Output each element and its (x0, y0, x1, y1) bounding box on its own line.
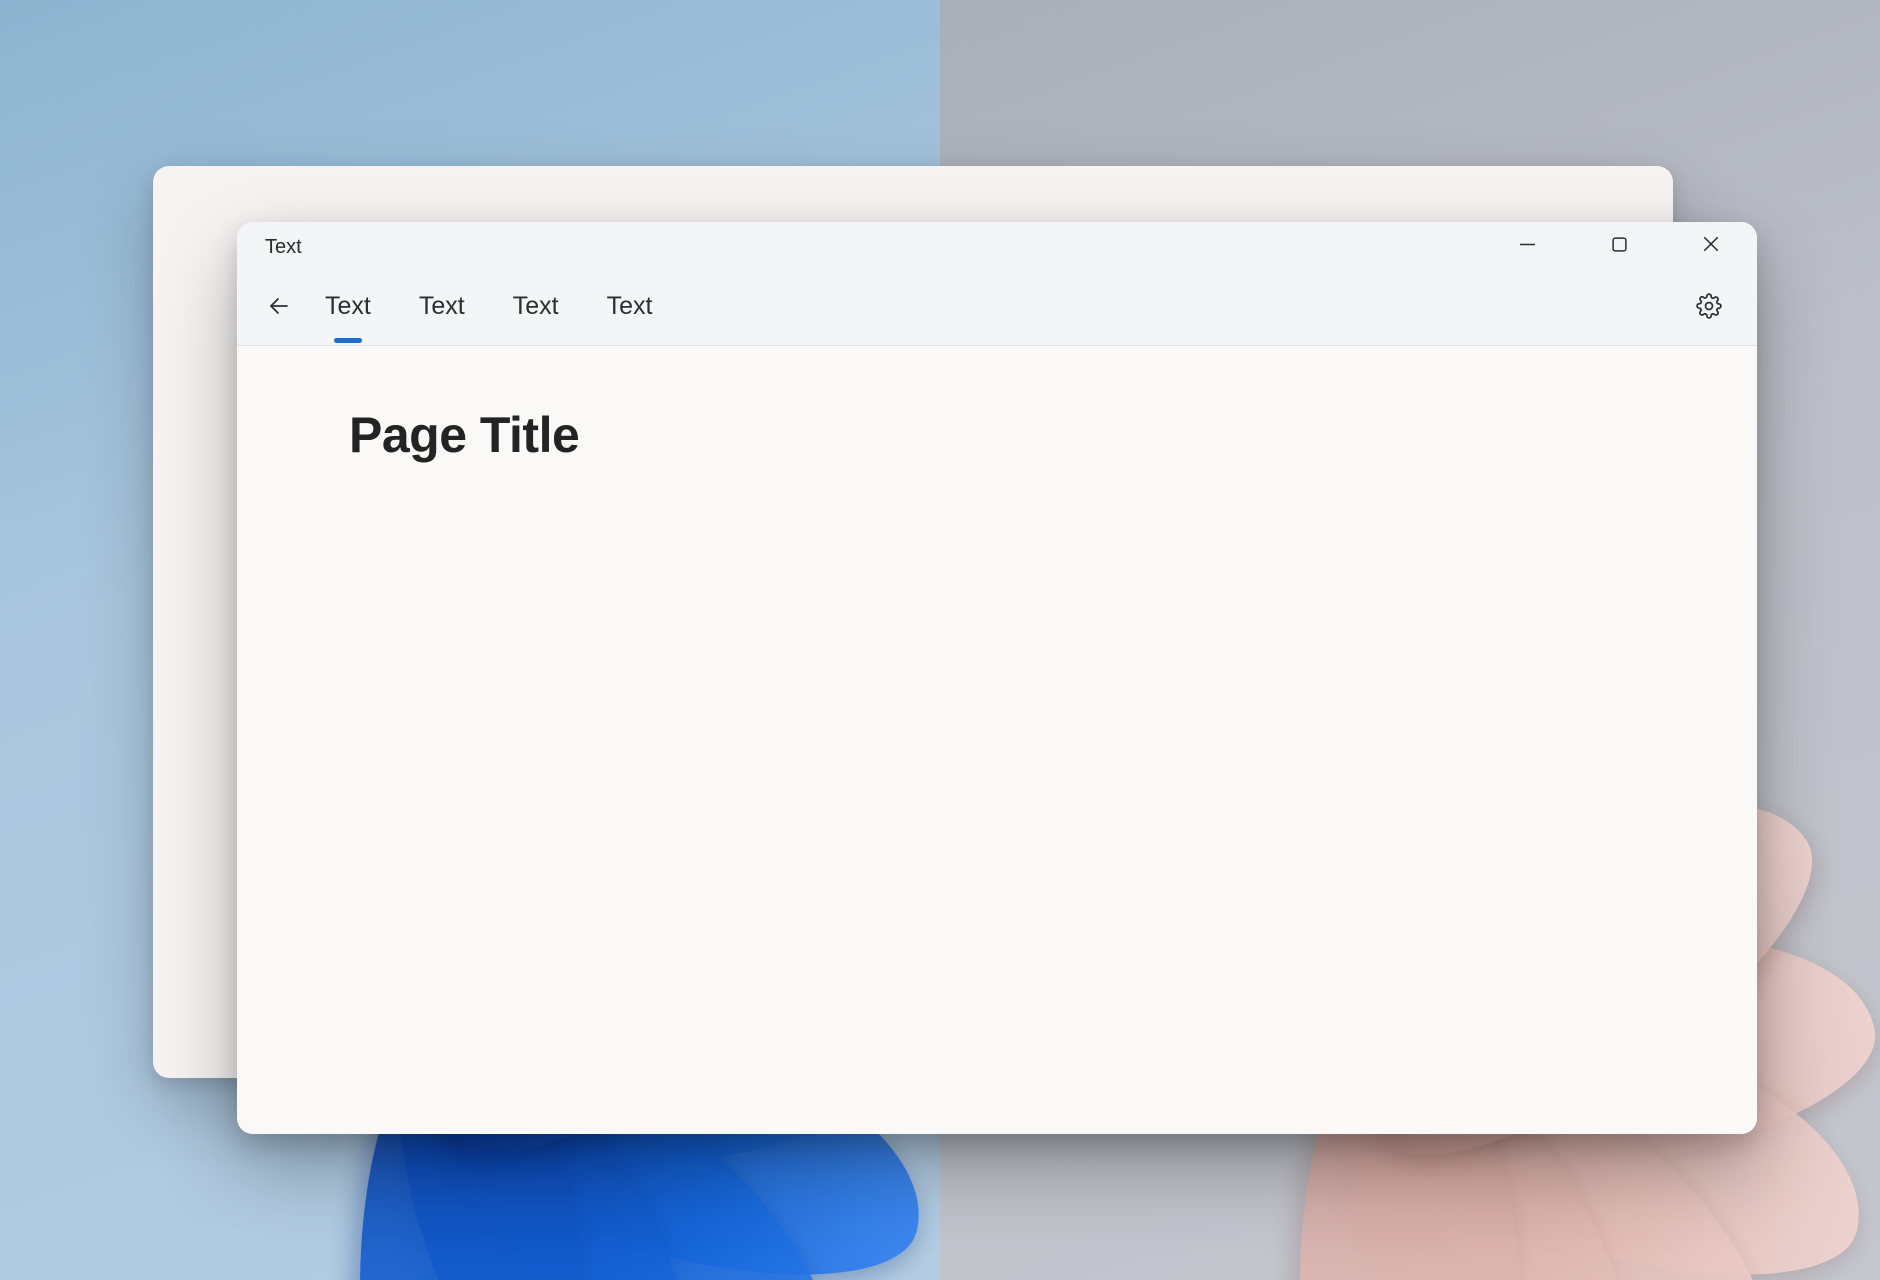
arrow-left-icon (267, 294, 291, 323)
minimize-icon (1519, 236, 1536, 259)
tab-4[interactable]: Text (601, 272, 659, 345)
page-content: Page Title (237, 346, 1757, 1134)
tab-1[interactable]: Text (319, 272, 377, 345)
tab-label: Text (325, 292, 371, 321)
tab-3[interactable]: Text (507, 272, 565, 345)
tab-2[interactable]: Text (413, 272, 471, 345)
tab-label: Text (607, 292, 653, 321)
tab-label: Text (419, 292, 465, 321)
close-icon (1702, 235, 1720, 259)
toolbar: Text Text Text Text (237, 272, 1757, 346)
gear-icon (1696, 293, 1722, 324)
page-title: Page Title (349, 406, 1757, 464)
back-button[interactable] (255, 285, 303, 333)
window-title: Text (265, 236, 302, 259)
tab-bar: Text Text Text Text (319, 272, 658, 345)
app-window: Text Text Tex (237, 222, 1757, 1134)
minimize-button[interactable] (1481, 222, 1573, 272)
tab-label: Text (513, 292, 559, 321)
maximize-icon (1611, 236, 1628, 259)
maximize-button[interactable] (1573, 222, 1665, 272)
settings-button[interactable] (1685, 285, 1733, 333)
title-bar[interactable]: Text (237, 222, 1757, 272)
close-button[interactable] (1665, 222, 1757, 272)
